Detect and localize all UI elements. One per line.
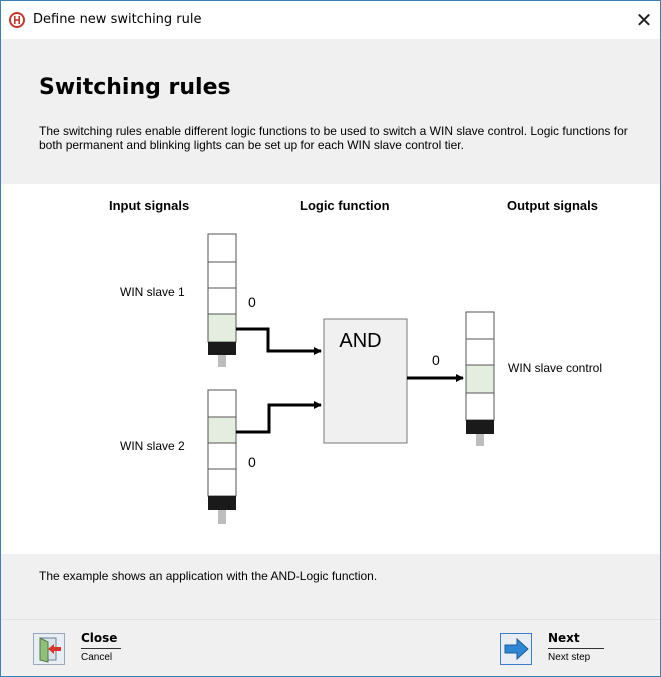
slave-2-signal-value: 0 [248,454,256,470]
close-button-label: Close [81,631,118,645]
slave-control-label: WIN slave control [508,361,603,375]
tower-slave-control [465,311,495,446]
input-1-line [236,327,322,355]
input-2-line [236,401,322,434]
title-bar: Define new switching rule ✕ [1,1,660,39]
close-icon: ✕ [635,8,653,32]
next-button-sublabel: Next step [548,652,591,663]
output-signal-value: 0 [432,352,440,368]
app-logo-icon [9,12,25,28]
close-button-divider [81,648,121,649]
close-button-sublabel: Cancel [81,652,113,663]
info-text: The example shows an application with th… [39,569,378,583]
close-button[interactable]: Close Cancel [33,630,133,670]
slave-1-signal-value: 0 [248,294,256,310]
page-title: Switching rules [39,75,231,100]
window-close-button[interactable]: ✕ [628,1,660,39]
info-panel: The example shows an application with th… [1,554,660,619]
logic-function-heading: Logic function [300,198,390,213]
tower-slave-2 [207,389,237,524]
slave-2-label: WIN slave 2 [120,439,185,453]
page-description: The switching rules enable different log… [39,124,628,152]
next-button[interactable]: Next Next step [500,630,610,670]
dialog-window: Define new switching rule ✕ Switching ru… [0,0,661,677]
close-door-icon [33,633,65,665]
next-button-divider [548,648,604,649]
next-button-label: Next [548,631,580,645]
output-signals-heading: Output signals [507,198,598,213]
header-panel: Switching rules The switching rules enab… [1,39,660,184]
window-title: Define new switching rule [33,12,202,27]
logic-diagram: Input signals Logic function Output sign… [1,184,660,554]
slave-1-label: WIN slave 1 [120,285,185,299]
tower-slave-1 [207,233,237,367]
input-signals-heading: Input signals [109,198,190,213]
gate-label: AND [339,330,382,352]
arrow-right-icon [500,633,532,665]
button-bar: Close Cancel Next Next step [1,619,660,676]
